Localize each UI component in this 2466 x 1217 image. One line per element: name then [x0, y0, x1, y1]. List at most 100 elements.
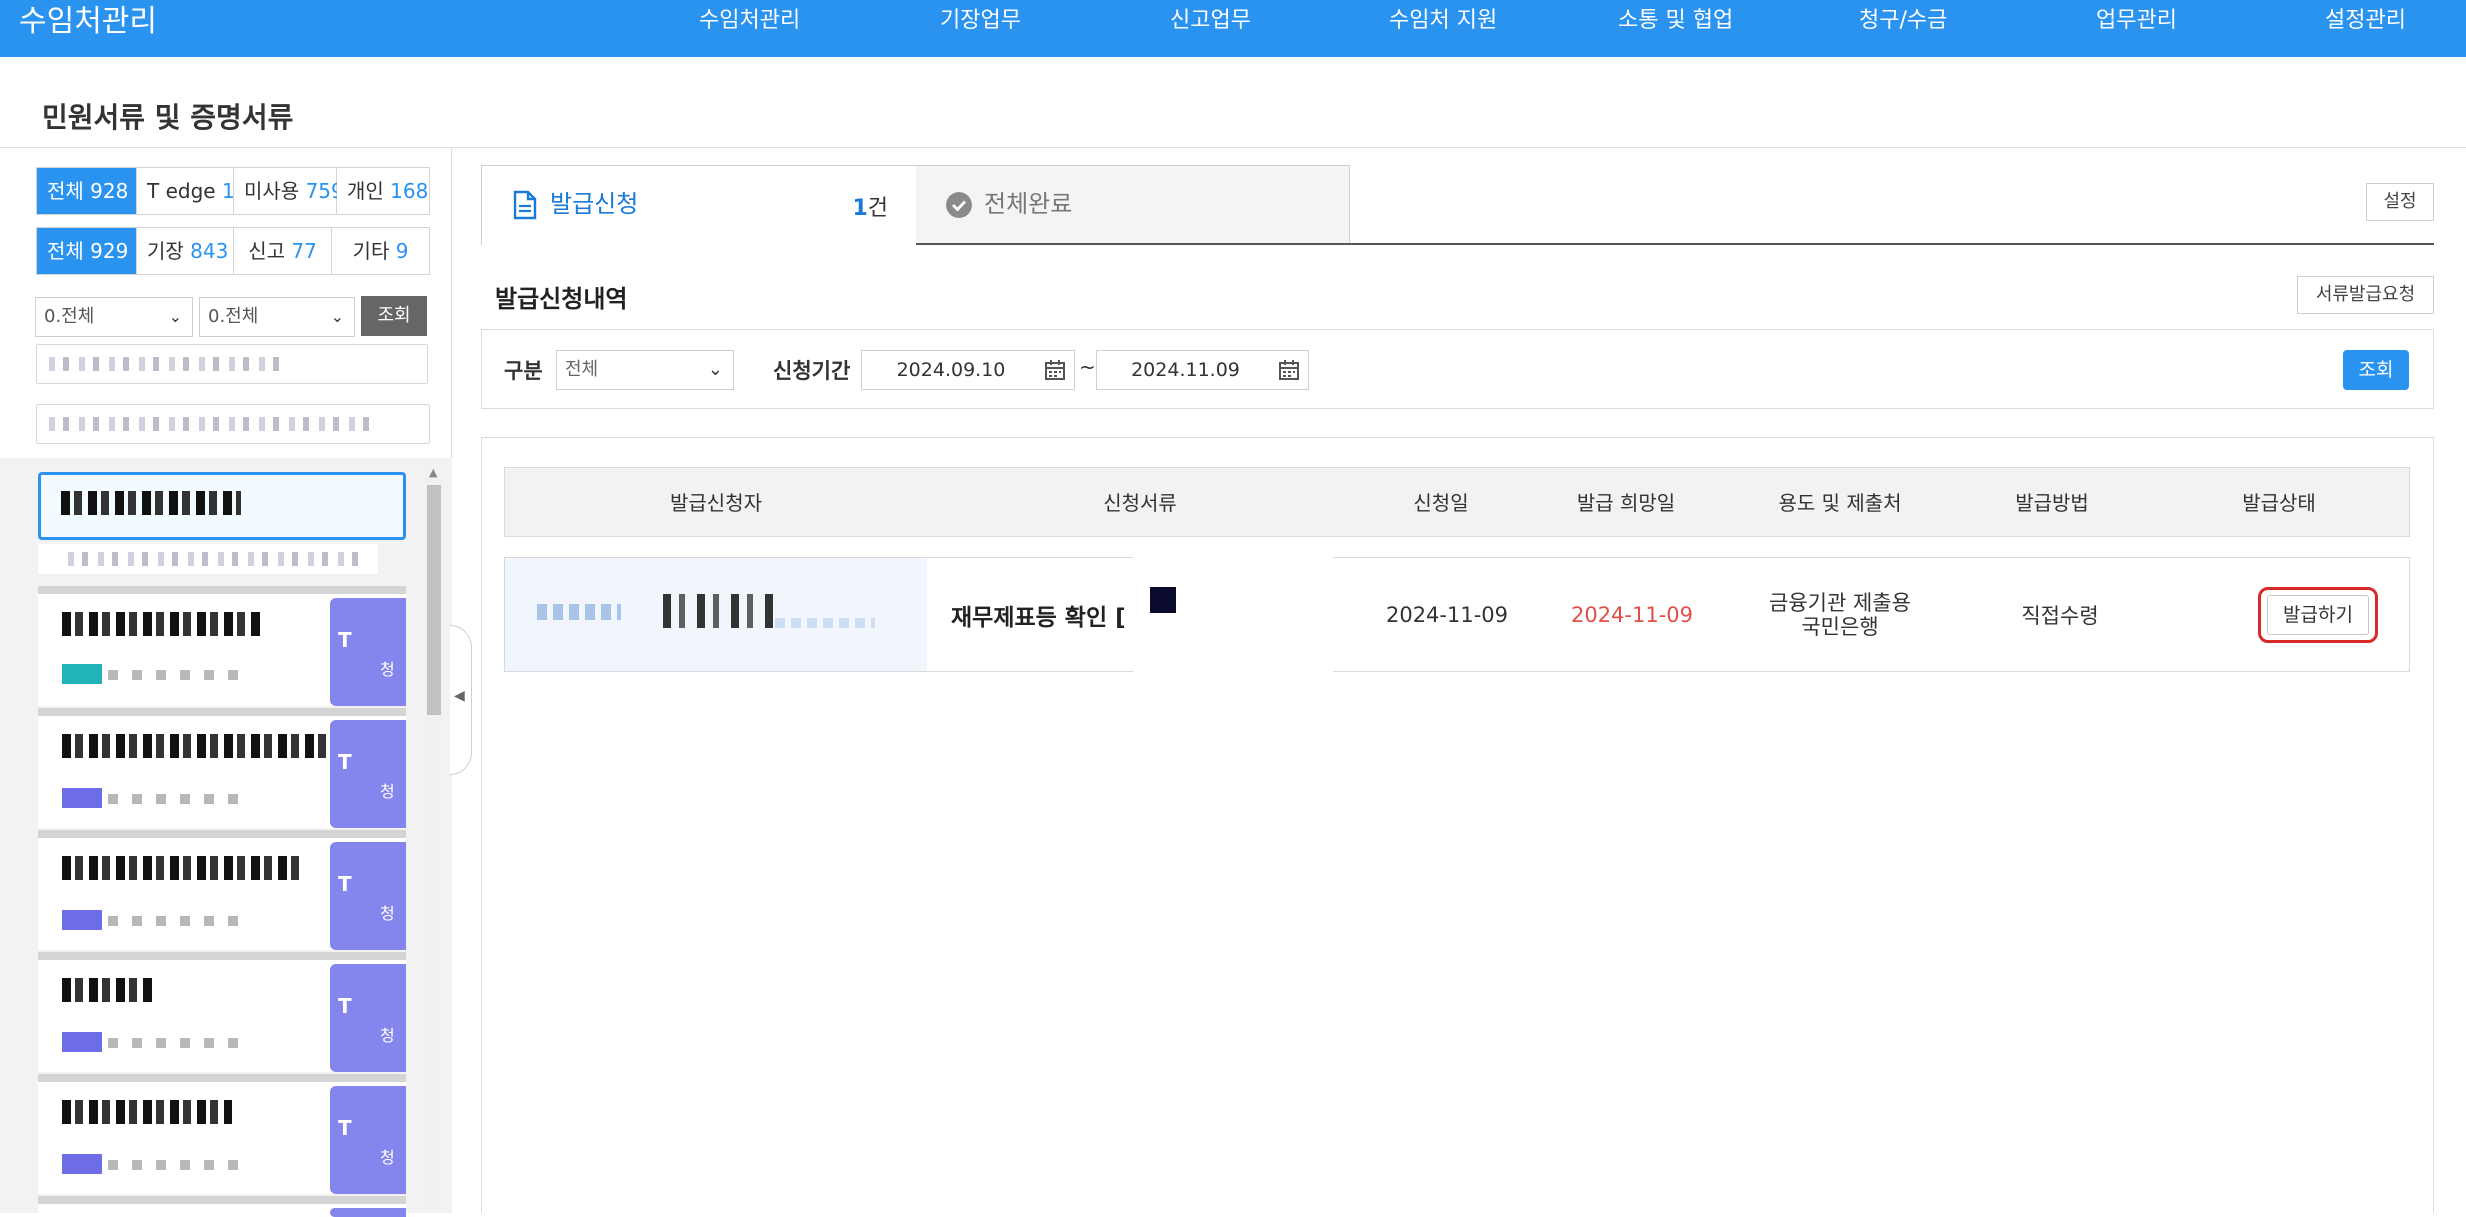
badge-t: T — [338, 994, 352, 1018]
left-search-button[interactable]: 조회 — [361, 296, 427, 336]
calendar-icon[interactable] — [1278, 359, 1300, 381]
client-tag — [62, 1032, 102, 1052]
type-select[interactable]: 전체 ⌄ — [556, 350, 734, 390]
seg-filing[interactable]: 신고 77 — [234, 228, 332, 274]
seg-label: 기장 — [147, 239, 184, 263]
seg-unused[interactable]: 미사용 759 — [234, 168, 344, 214]
settings-button[interactable]: 설정 — [2366, 183, 2434, 221]
issue-button-highlight: 발급하기 — [2258, 587, 2378, 643]
client-card[interactable]: T청 — [38, 1082, 406, 1194]
redacted-text — [108, 794, 238, 804]
section-title: 발급신청내역 — [495, 285, 628, 313]
date-value: 2024.11.09 — [1131, 359, 1240, 381]
seg-count: 9 — [395, 239, 409, 263]
seg-count: 77 — [291, 239, 317, 263]
client-card[interactable]: T청 — [38, 716, 406, 828]
client-card[interactable] — [38, 1204, 406, 1217]
nav-work-management[interactable]: 업무관리 — [2096, 4, 2177, 38]
seg-tedge[interactable]: T edge 1 — [137, 168, 235, 214]
filter-search-button[interactable]: 조회 — [2343, 350, 2409, 390]
client-card[interactable]: T청 — [38, 838, 406, 950]
redacted-text — [663, 594, 773, 628]
seg-other[interactable]: 기타 9 — [332, 228, 429, 274]
seg-all-2[interactable]: 전체 929 — [37, 228, 137, 274]
scroll-up-arrow-icon[interactable]: ▲ — [429, 466, 437, 479]
tab-label: 발급신청 — [550, 190, 639, 218]
nav-bookkeeping[interactable]: 기장업무 — [940, 4, 1021, 38]
badge-t: T — [338, 628, 352, 652]
table-header: 발급신청자 신청서류 신청일 발급 희망일 용도 및 제출처 발급방법 발급상태 — [504, 467, 2410, 537]
seg-count: 843 — [190, 239, 229, 263]
submit-to-text: 국민은행 — [1801, 614, 1879, 639]
search-input-1[interactable] — [36, 344, 428, 384]
redacted-text — [108, 670, 238, 680]
nav-client-support[interactable]: 수임처 지원 — [1389, 4, 1497, 38]
redacted-text — [68, 552, 368, 566]
category-select-1[interactable]: 0.전체 ⌄ — [35, 297, 193, 337]
redacted-client-name — [61, 491, 241, 515]
card-divider — [38, 586, 406, 594]
redacted-text — [775, 618, 875, 628]
client-tag — [62, 910, 102, 930]
filter-segment-row-1: 전체 928 T edge 1 미사용 759 개인 168 — [36, 167, 430, 215]
select-value: 0.전체 — [208, 306, 259, 327]
chevron-down-icon: ⌄ — [168, 307, 182, 326]
badge-t: T — [338, 872, 352, 896]
client-tag — [62, 788, 102, 808]
app-brand[interactable]: 수임처관리 — [19, 2, 157, 42]
seg-count: 168 — [390, 179, 429, 203]
nav-client-management[interactable]: 수임처관리 — [699, 4, 800, 38]
client-card[interactable]: T청 — [38, 960, 406, 1072]
seg-all-1[interactable]: 전체 928 — [37, 168, 137, 214]
search-input-2[interactable] — [36, 404, 430, 444]
badge-label: 청 — [380, 1026, 395, 1045]
chevron-down-icon: ⌄ — [707, 359, 723, 380]
redacted-text — [108, 1160, 238, 1170]
client-card[interactable]: T청 — [38, 594, 406, 706]
tab-all-complete[interactable]: 전체완료 — [916, 165, 1350, 245]
card-divider — [38, 708, 406, 716]
redacted-text — [108, 1038, 238, 1048]
date-from-input[interactable]: 2024.09.10 — [861, 350, 1075, 390]
issue-button[interactable]: 발급하기 — [2267, 595, 2369, 635]
select-value: 전체 — [565, 359, 599, 380]
table-row[interactable]: 재무제표등 확인 [ 2024-11-09 2024-11-09 금융기관 제출… — [504, 557, 2410, 672]
panel-collapse-handle[interactable]: ◀ — [450, 625, 472, 775]
document-request-button[interactable]: 서류발급요청 — [2297, 276, 2434, 314]
badge-label: 청 — [380, 1148, 395, 1167]
tedge-badge: T청 — [330, 964, 406, 1072]
calendar-icon[interactable] — [1044, 359, 1066, 381]
redacted-client-name — [62, 734, 332, 758]
select-value: 0.전체 — [44, 306, 95, 327]
category-select-2[interactable]: 0.전체 ⌄ — [199, 297, 355, 337]
page-title: 민원서류 및 증명서류 — [42, 101, 294, 134]
method-cell: 직접수령 — [2021, 603, 2099, 628]
col-status: 발급상태 — [2242, 491, 2316, 515]
nav-settings[interactable]: 설정관리 — [2325, 4, 2406, 38]
nav-communication[interactable]: 소통 및 협업 — [1618, 4, 1733, 38]
client-tags — [62, 664, 238, 684]
seg-count: 928 — [90, 179, 129, 203]
client-tags — [62, 788, 238, 808]
client-tag — [62, 1154, 102, 1174]
seg-bookkeeping[interactable]: 기장 843 — [137, 228, 234, 274]
col-purpose: 용도 및 제출처 — [1778, 491, 1902, 515]
filter-segment-row-2: 전체 929 기장 843 신고 77 기타 9 — [36, 227, 430, 275]
client-tags — [62, 910, 238, 930]
seg-label: T edge — [147, 179, 216, 203]
client-tag — [62, 664, 102, 684]
seg-personal[interactable]: 개인 168 — [337, 168, 429, 214]
card-divider — [38, 1074, 406, 1082]
tab-count-unit: 건 — [867, 196, 888, 221]
card-divider — [38, 1196, 406, 1204]
seg-label: 개인 — [347, 179, 384, 203]
client-card-selected[interactable] — [38, 472, 406, 540]
list-scrollbar-thumb[interactable] — [427, 485, 441, 715]
nav-billing[interactable]: 청구/수금 — [1859, 4, 1947, 38]
card-divider — [38, 952, 406, 960]
chevron-down-icon: ⌄ — [330, 307, 344, 326]
date-to-input[interactable]: 2024.11.09 — [1096, 350, 1309, 390]
tab-issue-request[interactable]: 발급신청 1건 — [481, 165, 917, 245]
type-label: 구분 — [504, 359, 543, 383]
nav-filing[interactable]: 신고업무 — [1170, 4, 1251, 38]
